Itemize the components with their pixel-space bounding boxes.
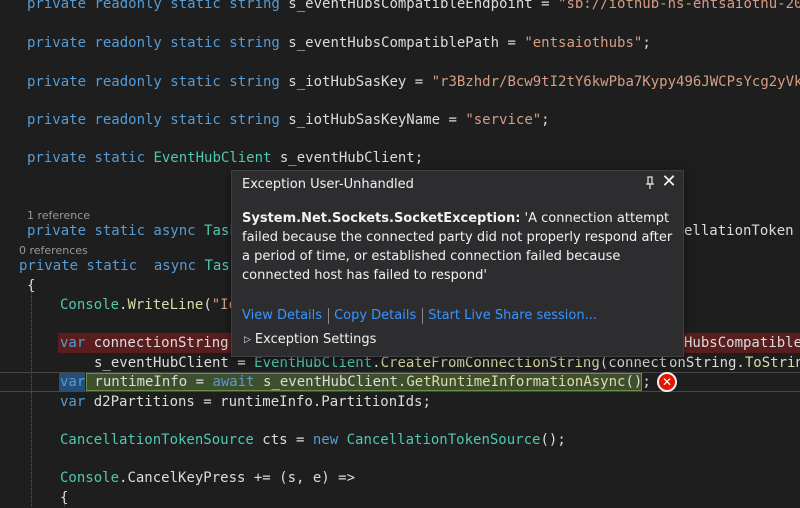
code-token: . xyxy=(372,355,381,371)
expand-triangle-icon: ▷ xyxy=(244,335,251,345)
code-token: private static xyxy=(27,150,154,166)
view-details-link[interactable]: View Details xyxy=(242,308,322,323)
code-token: private static async xyxy=(19,258,205,274)
code-line[interactable]: private readonly static string s_eventHu… xyxy=(27,33,651,53)
code-token: CancellationTokenSource xyxy=(346,432,541,448)
code-token: var xyxy=(60,335,94,351)
indent-guide xyxy=(31,292,32,507)
code-token: private static async xyxy=(27,223,205,239)
code-line[interactable]: private static async Task xyxy=(19,256,238,276)
code-token: Console xyxy=(60,470,120,486)
error-icon[interactable]: ✕ xyxy=(657,372,677,392)
code-line[interactable]: HubsCompatible xyxy=(684,333,800,353)
code-line[interactable]: Console.CancelKeyPress += (s, e) => xyxy=(60,468,355,488)
code-token: ellationToken xyxy=(684,223,800,239)
code-token: var xyxy=(60,374,86,390)
copy-details-link[interactable]: Copy Details xyxy=(334,308,416,323)
code-token: ( xyxy=(203,297,212,313)
link-divider xyxy=(328,307,330,324)
code-line[interactable]: { xyxy=(60,488,68,508)
code-token: s_eventHubClient = xyxy=(94,355,255,371)
code-token: WriteLine xyxy=(127,297,204,313)
code-token: Console xyxy=(60,297,120,313)
code-token: d2Partitions = runtimeInfo.PartitionIds; xyxy=(93,394,431,410)
code-line[interactable]: runtimeInfo = await s_eventHubClient.Get… xyxy=(86,372,651,392)
code-token: CancellationTokenSource xyxy=(60,432,263,448)
popup-links: View Details Copy Details Start Live Share… xyxy=(242,307,597,325)
code-line[interactable]: Console.WriteLine("Io xyxy=(60,295,237,315)
code-token: HubsCompatible xyxy=(684,335,800,351)
pin-icon-glyph xyxy=(646,176,654,189)
code-line[interactable]: onString.ToStrin xyxy=(669,353,800,373)
link-divider xyxy=(422,307,424,324)
live-share-link[interactable]: Start Live Share session... xyxy=(428,308,597,323)
code-token: .CancelKeyPress += (s, e) => xyxy=(119,470,356,486)
code-token: s_iotHubSasKey = xyxy=(288,74,432,90)
code-token: private readonly static string xyxy=(27,0,289,12)
exception-type: System.Net.Sockets.SocketException: xyxy=(242,211,521,226)
code-token: (connect xyxy=(599,355,668,371)
code-token: ; xyxy=(642,35,651,51)
code-token: ToStrin xyxy=(744,355,800,371)
code-token: onString. xyxy=(669,355,745,371)
code-line[interactable]: var d2Partitions = runtimeInfo.Partition… xyxy=(60,392,431,412)
code-line[interactable]: CancellationTokenSource cts = new Cancel… xyxy=(60,430,566,450)
code-token: "entsaiothubs" xyxy=(524,35,643,51)
code-token: (); xyxy=(625,374,651,390)
code-line[interactable]: private static async Task xyxy=(27,221,238,241)
exception-settings-toggle[interactable]: ▷ Exception Settings xyxy=(244,331,376,349)
code-token: "r3Bzhdr/Bcw9tI2tY6kwPba7Kypy496JWCPsYcg… xyxy=(431,74,800,90)
code-token: connectionString xyxy=(93,335,229,351)
code-token: private readonly static string xyxy=(27,74,289,90)
code-token: { xyxy=(60,490,69,506)
code-token: s_eventHubsCompatibleEndpoint = xyxy=(288,0,559,12)
code-token: await xyxy=(212,374,264,390)
code-line[interactable]: var xyxy=(60,372,85,392)
code-token: CreateFromConnectionString xyxy=(380,355,600,371)
code-line[interactable]: private static EventHubClient s_eventHub… xyxy=(27,148,423,168)
code-token: s_eventHubClient; xyxy=(279,150,424,166)
code-line[interactable]: private readonly static string s_eventHu… xyxy=(27,0,800,14)
code-token: s_eventHubsCompatiblePath = xyxy=(288,35,525,51)
code-line[interactable]: { xyxy=(27,276,35,296)
code-token: var xyxy=(60,394,94,410)
code-token: EventHubClient xyxy=(254,355,373,371)
code-token: s_iotHubSasKeyName = xyxy=(288,112,466,128)
code-line[interactable]: private readonly static string s_iotHubS… xyxy=(27,110,550,130)
code-token: private readonly static string xyxy=(27,112,289,128)
code-token: cts = xyxy=(262,432,313,448)
code-token: private readonly static string xyxy=(27,35,289,51)
exception-helper-popup: Exception User-Unhandled ✕ System.Net.So… xyxy=(231,170,684,357)
code-token: runtimeInfo = xyxy=(86,374,213,390)
popup-title: Exception User-Unhandled xyxy=(242,177,414,192)
code-line[interactable]: private readonly static string s_iotHubS… xyxy=(27,72,800,92)
exception-message: System.Net.Sockets.SocketException: 'A c… xyxy=(242,209,678,285)
code-line[interactable]: ellationToken xyxy=(684,221,800,241)
code-token: { xyxy=(27,278,36,294)
codelens-references[interactable]: 1 reference xyxy=(27,209,90,223)
pin-icon[interactable] xyxy=(644,175,656,191)
code-token: ; xyxy=(541,112,550,128)
code-token: "service" xyxy=(465,112,542,128)
code-token: (); xyxy=(540,432,566,448)
code-token: EventHubClient xyxy=(153,150,280,166)
codelens-references[interactable]: 0 references xyxy=(19,244,88,258)
code-token: new xyxy=(312,432,347,448)
exception-settings-label: Exception Settings xyxy=(254,332,377,347)
code-line[interactable]: var connectionString xyxy=(60,333,229,353)
code-token: "sb://iothub-ns-entsaiothu-208 xyxy=(558,0,800,12)
close-icon[interactable]: ✕ xyxy=(660,173,678,191)
code-token: GetRuntimeInformationAsync xyxy=(406,374,626,390)
code-token: s_eventHubClient. xyxy=(263,374,407,390)
